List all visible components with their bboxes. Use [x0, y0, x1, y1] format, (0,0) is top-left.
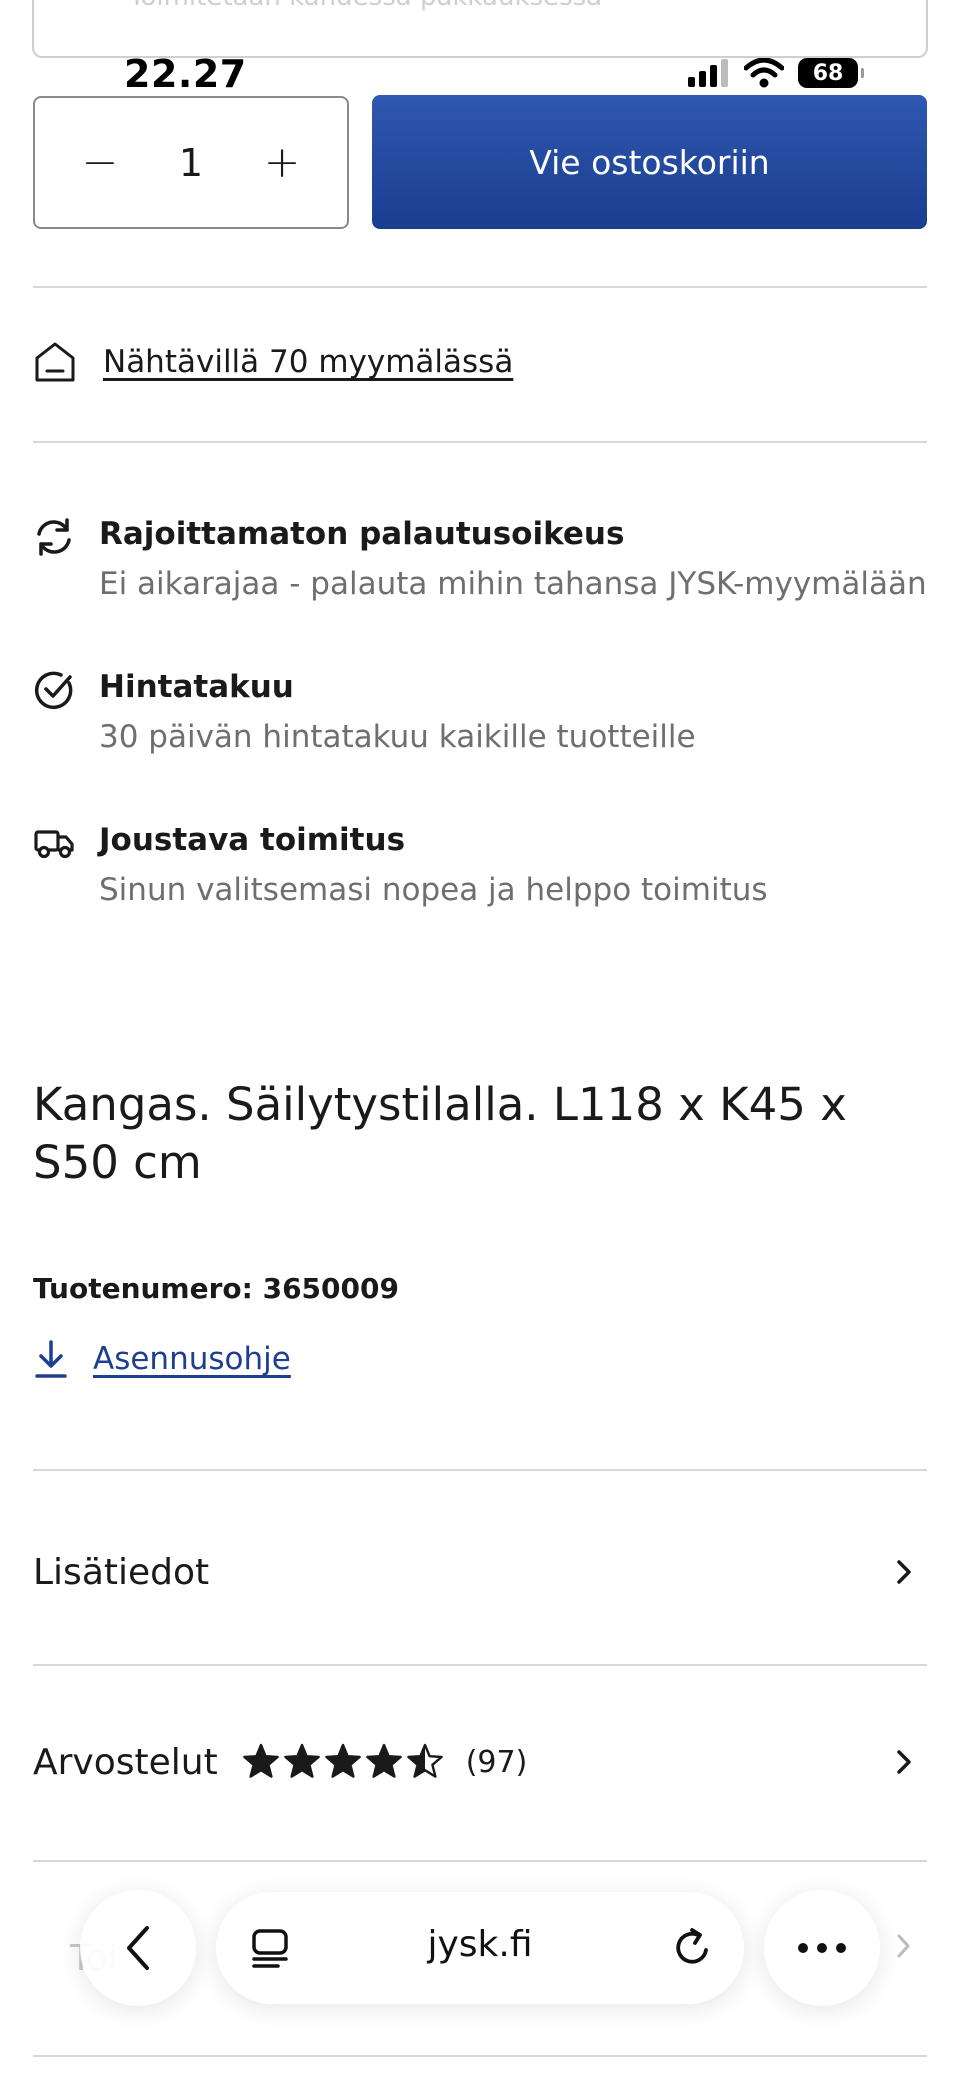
divider: [33, 1860, 927, 1862]
more-icon: [798, 1943, 846, 1953]
benefit-description: 30 päivän hintatakuu kaikille tuotteille: [99, 719, 696, 755]
benefit-description: Sinun valitsemasi nopea ja helppo toimit…: [99, 872, 768, 908]
increase-quantity-button[interactable]: +: [257, 140, 307, 185]
accordion-reviews[interactable]: Arvostelut (97): [33, 1722, 927, 1802]
benefit-title: Hintatakuu: [99, 669, 294, 705]
divider: [33, 1664, 927, 1666]
installation-manual[interactable]: Asennusohje: [33, 1339, 291, 1379]
browser-toolbar: jysk.fi: [0, 1880, 960, 2030]
accordion-reviews-label: Arvostelut: [33, 1741, 218, 1783]
reload-icon[interactable]: [670, 1926, 714, 1970]
divider: [33, 286, 927, 288]
review-count: (97): [465, 1744, 528, 1780]
star-filled-icon: [324, 1743, 361, 1778]
delivery-info-text: Toimitetaan kahdessa pakkauksessa: [129, 0, 602, 12]
divider: [33, 441, 927, 443]
quantity-stepper[interactable]: − 1 +: [33, 96, 349, 229]
divider: [33, 2055, 927, 2057]
browser-back-button[interactable]: [80, 1890, 196, 2006]
return-arrows-icon: [37, 518, 71, 556]
status-icons: 68: [686, 58, 864, 88]
check-circle-icon: [34, 671, 73, 710]
star-filled-icon: [242, 1743, 279, 1778]
chevron-left-icon: [127, 1926, 149, 1970]
star-filled-icon: [283, 1743, 320, 1778]
delivery-info-box: Toimitetaan kahdessa pakkauksessa: [32, 0, 928, 58]
store-icon: [35, 342, 75, 382]
store-availability-link[interactable]: Nähtävillä 70 myymälässä: [103, 344, 513, 380]
benefit-description: Ei aikarajaa - palauta mihin tahansa JYS…: [99, 566, 927, 602]
divider: [33, 1469, 927, 1471]
benefit-title: Joustava toimitus: [99, 822, 406, 858]
browser-more-button[interactable]: [764, 1890, 880, 2006]
download-icon: [35, 1340, 67, 1378]
accordion-details[interactable]: Lisätiedot: [33, 1532, 927, 1612]
battery-level: 68: [812, 60, 844, 86]
chevron-right-icon: [897, 1934, 910, 1958]
truck-icon: [34, 830, 74, 859]
benefit-title: Rajoittamaton palautusoikeus: [99, 516, 625, 552]
decrease-quantity-button[interactable]: −: [75, 140, 125, 185]
product-number: Tuotenumero: 3650009: [33, 1272, 399, 1305]
installation-manual-link[interactable]: Asennusohje: [93, 1341, 291, 1377]
battery-icon: 68: [798, 58, 864, 88]
browser-address-bar[interactable]: jysk.fi: [216, 1892, 744, 2004]
star-filled-icon: [365, 1743, 402, 1778]
add-to-cart-button[interactable]: Vie ostoskoriin: [372, 95, 927, 229]
star-half-icon: [406, 1743, 443, 1778]
cellular-signal-icon: [688, 59, 728, 87]
wifi-icon: [744, 58, 784, 88]
star-rating: [242, 1743, 444, 1781]
product-description: Kangas. Säilytystilalla. L118 x K45 x S5…: [33, 1078, 847, 1189]
chevron-right-icon: [897, 1560, 911, 1584]
quantity-value: 1: [178, 140, 204, 185]
browser-url[interactable]: jysk.fi: [216, 1924, 744, 1965]
accordion-details-label: Lisätiedot: [33, 1551, 210, 1593]
chevron-right-icon: [897, 1750, 911, 1774]
store-availability[interactable]: Nähtävillä 70 myymälässä: [33, 340, 513, 384]
status-time: 22.27: [124, 52, 247, 96]
